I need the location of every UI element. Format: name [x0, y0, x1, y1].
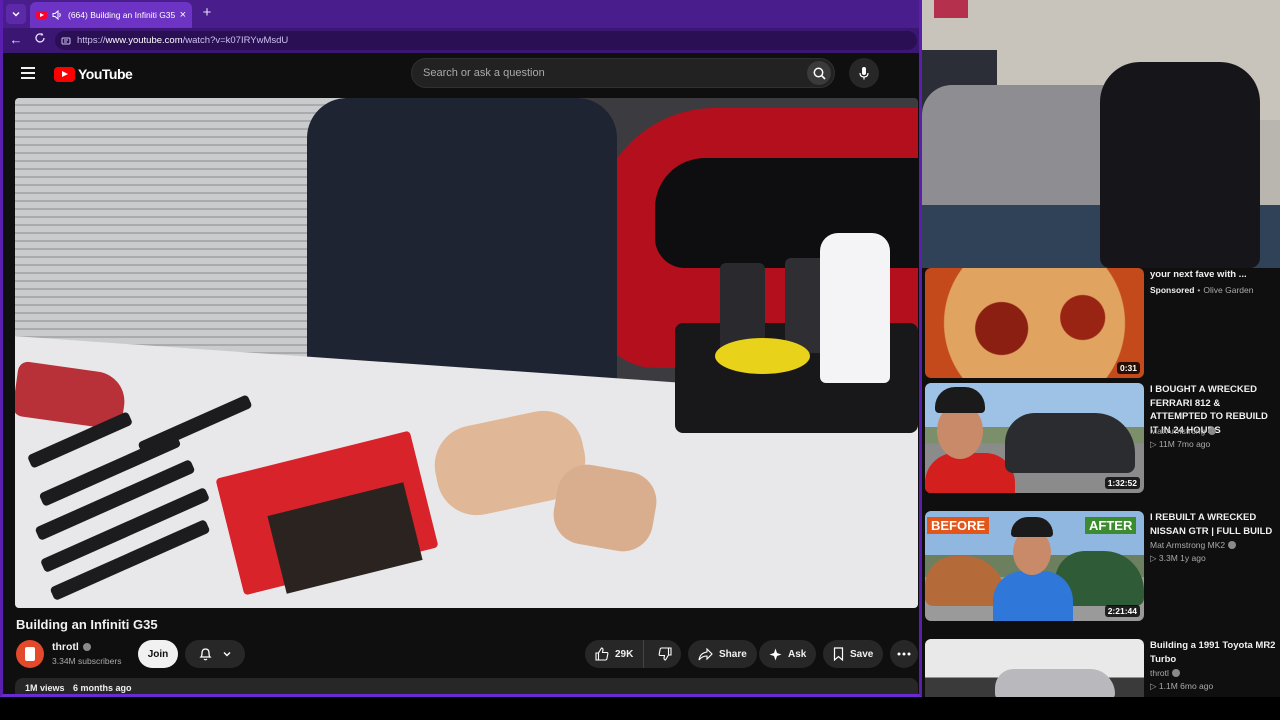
- tab-close-icon[interactable]: ×: [180, 9, 186, 21]
- video-duration: 2:21:44: [1104, 605, 1140, 617]
- thumbs-up-icon: [595, 647, 609, 661]
- video-thumbnail[interactable]: [925, 639, 1144, 697]
- youtube-play-icon: [54, 66, 75, 82]
- speaker-icon[interactable]: [52, 10, 63, 20]
- join-button[interactable]: Join: [138, 640, 178, 668]
- video-player[interactable]: [15, 98, 918, 608]
- notifications-button[interactable]: [185, 640, 245, 668]
- verified-icon: [1208, 427, 1217, 435]
- voice-search-button[interactable]: [849, 58, 879, 88]
- youtube-logo[interactable]: YouTube: [54, 66, 133, 82]
- recommendation-title[interactable]: Building a 1991 Toyota MR2 Turbo: [1150, 639, 1278, 666]
- search-button[interactable]: [807, 61, 831, 85]
- bookmark-icon: [833, 647, 844, 661]
- recommendation-channel[interactable]: throtl: [1150, 668, 1180, 678]
- share-button[interactable]: Share: [688, 640, 757, 668]
- url-text: https://www.youtube.com/watch?v=k07IRYwM…: [77, 35, 289, 46]
- thumbs-down-icon: [658, 647, 672, 661]
- video-thumbnail[interactable]: 1:32:52: [925, 383, 1144, 493]
- dislike-button[interactable]: [650, 640, 680, 668]
- subscriber-count: 3.34M subscribers: [52, 656, 122, 666]
- new-tab-button[interactable]: +: [200, 5, 214, 21]
- youtube-header: YouTube Search or ask a question: [3, 53, 919, 97]
- chevron-down-icon: [12, 12, 20, 17]
- description-box[interactable]: 1M views 6 months ago: [15, 678, 918, 694]
- upload-age: 6 months ago: [73, 683, 132, 693]
- owner-row: throtl 3.34M subscribers Join 29K Share …: [3, 638, 919, 672]
- recommendation-channel[interactable]: Mat Armstrong MK2: [1150, 540, 1237, 550]
- video-title: Building an Infiniti G35: [16, 617, 158, 632]
- verified-icon: [1171, 669, 1180, 677]
- like-dislike-group: 29K: [585, 640, 681, 668]
- sponsored-line: Sponsored • Olive Garden: [1150, 285, 1254, 295]
- video-duration: 1:32:52: [1104, 477, 1140, 489]
- bell-icon: [198, 648, 212, 661]
- youtube-favicon-icon: [36, 11, 47, 19]
- recommendation-title[interactable]: your next fave with ...: [1150, 268, 1278, 282]
- verified-icon: [1228, 541, 1237, 549]
- recommendation-title[interactable]: I REBUILT A WRECKED NISSAN GTR | FULL BU…: [1150, 511, 1278, 538]
- view-count: 1M views: [25, 683, 65, 693]
- channel-name[interactable]: throtl: [52, 641, 91, 653]
- recommendation-meta: ▷ 3.3M 1y ago: [1150, 553, 1206, 563]
- recommendation-meta: ▷ 1.1M 6mo ago: [1150, 681, 1214, 691]
- more-actions-button[interactable]: [890, 640, 918, 668]
- hamburger-menu-icon[interactable]: [21, 67, 35, 79]
- tab-active[interactable]: (664) Building an Infiniti G35 ×: [30, 2, 192, 28]
- chevron-down-icon: [223, 652, 230, 657]
- share-icon: [698, 647, 713, 660]
- like-button[interactable]: 29K: [585, 640, 645, 668]
- reload-icon[interactable]: [32, 32, 48, 48]
- video-thumbnail[interactable]: BEFORE AFTER 2:21:44: [925, 511, 1144, 621]
- browser-window: (664) Building an Infiniti G35 × + ← htt…: [0, 0, 922, 697]
- video-thumbnail[interactable]: 0:31: [925, 268, 1144, 378]
- recommendation-meta: ▷ 11M 7mo ago: [1150, 439, 1211, 449]
- channel-avatar[interactable]: [16, 640, 44, 668]
- tab-bar: (664) Building an Infiniti G35 × +: [3, 0, 919, 28]
- sparkle-icon: [769, 648, 782, 660]
- after-label: AFTER: [1085, 517, 1137, 534]
- search-placeholder: Search or ask a question: [423, 67, 545, 79]
- ask-button[interactable]: Ask: [759, 640, 817, 668]
- recommendation-channel[interactable]: Mat Armstrong: [1150, 426, 1217, 436]
- site-info-icon[interactable]: [61, 36, 71, 46]
- recommendations-sidebar: 0:31 your next fave with ... Sponsored • O…: [922, 268, 1280, 697]
- bottom-bar: [0, 697, 1280, 720]
- address-bar: ← https://www.youtube.com/watch?v=k07IRY…: [3, 28, 919, 53]
- gaming-chair: [1100, 62, 1260, 268]
- before-label: BEFORE: [927, 517, 990, 534]
- save-button[interactable]: Save: [823, 640, 884, 668]
- tab-title: (664) Building an Infiniti G35: [68, 10, 175, 20]
- webcam-overlay: [922, 0, 1280, 268]
- microphone-icon: [859, 67, 869, 80]
- more-horizontal-icon: [897, 652, 911, 656]
- verified-icon: [82, 643, 91, 651]
- search-box[interactable]: Search or ask a question: [411, 58, 835, 88]
- tab-list-button[interactable]: [6, 4, 26, 24]
- like-count: 29K: [615, 648, 634, 660]
- video-duration: 0:31: [1116, 362, 1140, 374]
- back-arrow-icon[interactable]: ←: [8, 32, 24, 48]
- url-field[interactable]: https://www.youtube.com/watch?v=k07IRYwM…: [55, 31, 917, 50]
- search-icon: [813, 67, 826, 80]
